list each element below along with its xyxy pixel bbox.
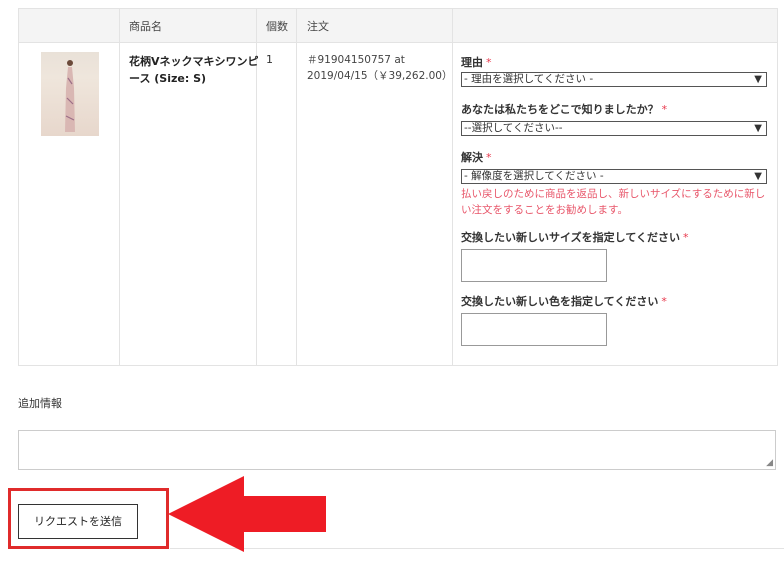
reason-label: 理由 * (461, 56, 492, 69)
column-divider (119, 9, 120, 365)
chevron-down-icon: ▼ (754, 123, 762, 134)
order-date-amount: 2019/04/15（￥39,262.00） (307, 70, 453, 82)
resolution-hint: 払い戻しのために商品を返品し、新しいサイズにするために新しい注文をすることをお勧… (461, 188, 766, 216)
header-product: 商品名 (129, 20, 162, 33)
header-quantity: 個数 (266, 20, 288, 33)
chevron-down-icon: ▼ (754, 74, 762, 85)
resolution-select[interactable]: - 解像度を選択してください - ▼ (461, 169, 767, 184)
resolution-label: 解決 * (461, 151, 492, 164)
reason-select[interactable]: - 理由を選択してください - ▼ (461, 72, 767, 87)
new-size-label: 交換したい新しいサイズを指定してください * (461, 231, 689, 244)
required-mark: * (486, 151, 492, 164)
required-mark: * (683, 231, 689, 244)
additional-info-label: 追加情報 (18, 397, 62, 410)
source-label: あなたは私たちをどこで知りましたか？ * (461, 103, 668, 116)
required-mark: * (661, 103, 668, 116)
resize-handle-icon[interactable]: ◢ (766, 458, 773, 468)
product-name[interactable]: 花柄Vネックマキシワンピース (Size: S) (129, 53, 259, 87)
header-order: 注文 (307, 20, 329, 33)
new-color-input[interactable] (461, 313, 607, 346)
red-arrow-icon (168, 476, 326, 552)
source-select[interactable]: --選択してください-- ▼ (461, 121, 767, 136)
submit-request-button[interactable]: リクエストを送信 (18, 504, 138, 539)
return-items-table: 商品名 個数 注文 花柄Vネックマキシワンピース (Size: S) 1 ＃91… (18, 8, 778, 366)
new-size-input[interactable] (461, 249, 607, 282)
new-color-label: 交換したい新しい色を指定してください * (461, 295, 667, 308)
column-divider (296, 9, 297, 365)
product-thumbnail[interactable] (41, 52, 99, 136)
order-info: ＃91904150757 at 2019/04/15（￥39,262.00） (307, 52, 457, 84)
order-number: ＃91904150757 at (307, 54, 405, 66)
required-mark: * (661, 295, 667, 308)
chevron-down-icon: ▼ (754, 171, 762, 182)
additional-info-textarea[interactable]: ◢ (18, 430, 776, 470)
required-mark: * (486, 56, 492, 69)
dress-figure-icon (65, 60, 75, 132)
product-quantity: 1 (266, 53, 273, 66)
